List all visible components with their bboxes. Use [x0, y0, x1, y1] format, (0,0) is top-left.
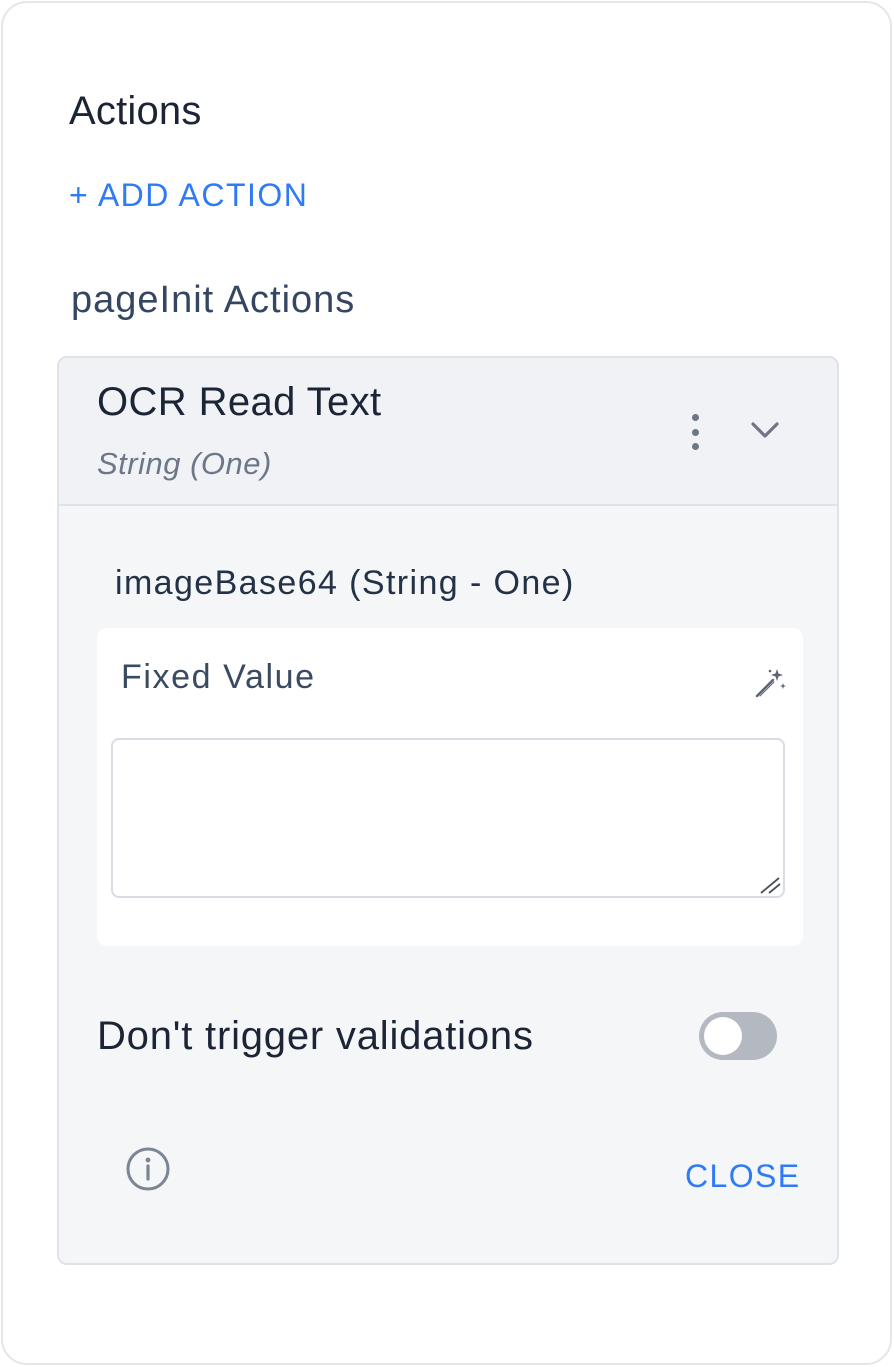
- group-label: pageInit Actions: [71, 279, 356, 321]
- info-icon[interactable]: [125, 1146, 171, 1192]
- chevron-down-icon[interactable]: [747, 412, 783, 448]
- close-button[interactable]: CLOSE: [685, 1158, 800, 1195]
- toggle-label: Don't trigger validations: [97, 1014, 534, 1058]
- kebab-menu-icon[interactable]: [677, 410, 713, 454]
- magic-wand-icon[interactable]: [753, 666, 787, 700]
- actions-panel: Actions + ADD ACTION pageInit Actions OC…: [1, 1, 892, 1365]
- action-card: OCR Read Text String (One) imageBase64 (…: [57, 356, 839, 1265]
- toggle-knob: [704, 1017, 742, 1055]
- dont-trigger-validations-toggle[interactable]: [699, 1012, 777, 1060]
- action-subtitle: String (One): [97, 446, 272, 481]
- panel-title: Actions: [69, 89, 202, 133]
- action-card-header[interactable]: OCR Read Text String (One): [59, 358, 837, 506]
- parameter-box: Fixed Value: [97, 628, 803, 946]
- add-action-button[interactable]: + ADD ACTION: [69, 177, 308, 214]
- action-title: OCR Read Text: [97, 380, 382, 424]
- fixed-value-textarea[interactable]: [111, 738, 785, 898]
- parameter-label: imageBase64 (String - One): [115, 564, 575, 602]
- fixed-value-label: Fixed Value: [121, 658, 316, 696]
